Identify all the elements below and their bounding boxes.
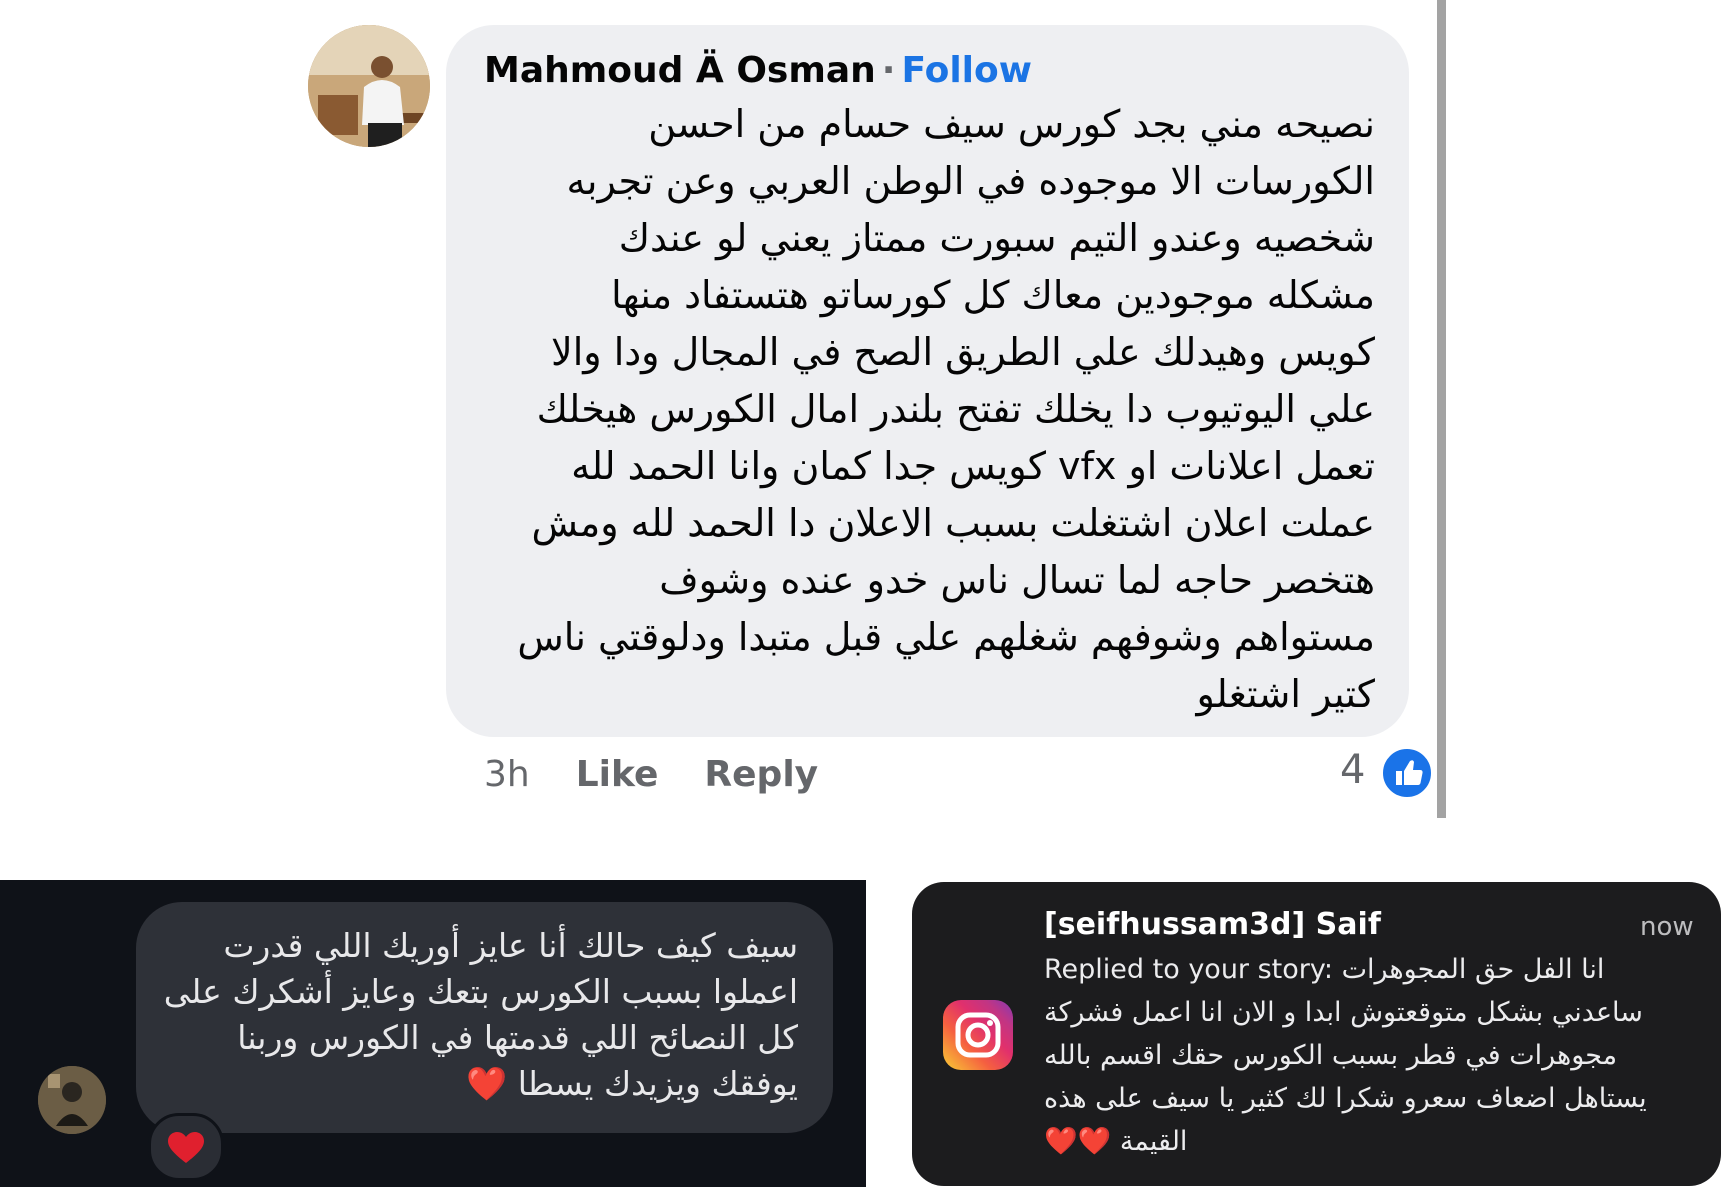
sender-avatar[interactable] [38, 1066, 106, 1134]
notification-line: ساعدني بشكل متوقعتوش ابدا و الان انا اعم… [1044, 997, 1643, 1028]
commenter-name[interactable]: Mahmoud Ä Osman [484, 50, 876, 91]
message-line: اعملوا بسبب الكورس بتعك وعايز أشكرك على [163, 972, 798, 1011]
comment-line: تعمل اعلانات او vfx كويس جدا كمان وانا ا… [571, 444, 1375, 488]
comment-line: عملت اعلان اشتغلت بسبب الاعلان دا الحمد … [531, 501, 1375, 545]
notification-title: [seifhussam3d] Saif [1044, 907, 1381, 942]
notification-line: القيمة ❤️❤️ [1044, 1126, 1188, 1157]
comment-line: نصيحه مني بجد كورس سيف حسام من احسن [648, 102, 1375, 146]
message-line: سيف كيف حالك أنا عايز أوريك اللي قدرت [223, 926, 798, 965]
reply-button[interactable]: Reply [704, 754, 818, 795]
comment-line: كتير اشتغلو [1196, 672, 1375, 716]
comment-line: علي اليوتيوب دا يخلك تفتح بلندر امال الك… [536, 387, 1375, 431]
notification-time: now [1640, 912, 1694, 942]
comment-line: مشكله موجودين معاك كل كورساتو هتستفاد من… [611, 273, 1375, 317]
message-line: كل النصائح اللي قدمتها في الكورس وربنا [237, 1018, 798, 1057]
like-button[interactable]: Like [576, 754, 659, 795]
comment-line: كويس وهيدلك علي الطريق الصح في المجال ود… [551, 330, 1375, 374]
vertical-divider [1437, 0, 1446, 818]
heart-icon [168, 1132, 204, 1163]
reaction-count[interactable]: 4 [1340, 744, 1365, 796]
follow-button[interactable]: Follow [901, 50, 1032, 91]
comment-line: هتخصر حاجه لما تسال ناس خدو عنده وشوف [659, 558, 1375, 602]
comment-line: الكورسات الا موجوده في الوطن العربي وعن … [566, 159, 1375, 203]
comment-text: نصيحه مني بجد كورس سيف حسام من احسن الكو… [480, 96, 1375, 723]
notification-text: Replied to your story: انا الفل حق المجو… [1044, 948, 1674, 1163]
comment-actions: 3h Like Reply [484, 750, 864, 800]
notification-line: Replied to your story: انا الفل حق المجو… [1044, 954, 1605, 985]
heart-reaction[interactable] [148, 1113, 224, 1181]
message-text: سيف كيف حالك أنا عايز أوريك اللي قدرت اع… [160, 923, 798, 1107]
instagram-icon [943, 1000, 1013, 1070]
notification-line: مجوهرات في قطر بسبب الكورس حقك اقسم بالل… [1044, 1040, 1618, 1071]
name-separator: · [881, 50, 896, 91]
commenter-avatar[interactable] [308, 25, 430, 147]
thumbs-up-icon[interactable] [1380, 746, 1434, 800]
comment-line: مستواهم وشوفهم شغلهم علي قبل متبدا ودلوق… [517, 615, 1375, 659]
comment-line: شخصيه وعندو التيم سبورت ممتاز يعني لو عن… [618, 216, 1375, 260]
notification-line: يستاهل اضعاف سعرو شكرا لك كثير يا سيف عل… [1044, 1083, 1647, 1114]
message-line: يوفقك ويزيدك يسطا ❤️ [466, 1064, 798, 1103]
comment-header: Mahmoud Ä Osman · Follow [484, 46, 1032, 96]
comment-timestamp[interactable]: 3h [484, 754, 530, 795]
